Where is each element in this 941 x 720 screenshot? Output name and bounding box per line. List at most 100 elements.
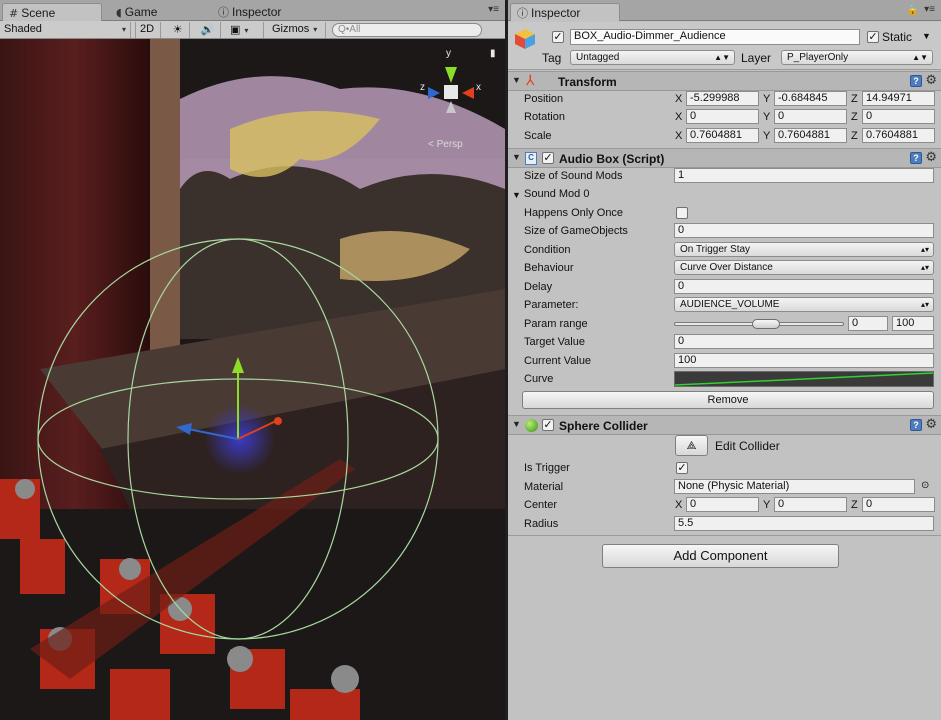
center-y-field[interactable]: 0 bbox=[774, 497, 847, 512]
scale-x-field[interactable]: 0.7604881 bbox=[686, 128, 759, 143]
edit-collider-icon: ⟁ bbox=[686, 439, 697, 452]
gizmos-dropdown[interactable]: Gizmos ▾ bbox=[268, 22, 326, 38]
behaviour-dropdown[interactable]: Curve Over Distance ▴▾ bbox=[674, 260, 934, 275]
remove-button[interactable]: Remove bbox=[522, 391, 934, 409]
tab-inspector[interactable]: ⓘ Inspector bbox=[212, 3, 287, 21]
add-component-label: Add Component bbox=[673, 548, 768, 563]
foldout-icon[interactable]: ▼ bbox=[512, 419, 521, 429]
size-of-sound-mods-label: Size of Sound Mods bbox=[524, 170, 623, 182]
condition-value: On Trigger Stay bbox=[680, 244, 751, 255]
gear-icon[interactable]: ⚙ bbox=[925, 73, 937, 88]
scale-y-field[interactable]: 0.7604881 bbox=[774, 128, 847, 143]
size-of-gameobjects-field[interactable]: 0 bbox=[674, 223, 934, 238]
tab-scene[interactable]: # Scene bbox=[2, 3, 102, 21]
shading-mode-label: Shaded bbox=[4, 23, 42, 35]
position-x-field[interactable]: -5.299988 bbox=[686, 91, 759, 106]
sphere-collider-icon bbox=[525, 419, 538, 432]
edit-collider-button[interactable]: ⟁ bbox=[675, 435, 708, 456]
gizmo-x-label: x bbox=[476, 82, 481, 93]
behaviour-value: Curve Over Distance bbox=[680, 262, 773, 273]
script-icon: C bbox=[525, 152, 537, 165]
2d-toggle-button[interactable]: 2D bbox=[135, 22, 161, 38]
panel-menu-icon[interactable]: ▾≡ bbox=[488, 4, 499, 15]
edit-collider-label: Edit Collider bbox=[715, 439, 780, 453]
object-header: ✓ BOX_Audio-Dimmer_Audience ✓ Static ▼ T… bbox=[508, 22, 941, 70]
tab-inspector-main[interactable]: ⓘ Inspector bbox=[510, 3, 620, 21]
audio-box-enabled-checkbox[interactable]: ✓ bbox=[542, 152, 554, 164]
param-range-slider[interactable] bbox=[674, 316, 844, 332]
center-z-field[interactable]: 0 bbox=[862, 497, 935, 512]
curve-field[interactable] bbox=[674, 371, 934, 387]
current-value-field[interactable]: 100 bbox=[674, 353, 934, 368]
object-name-field[interactable]: BOX_Audio-Dimmer_Audience bbox=[570, 29, 860, 45]
image-icon[interactable]: ▣ ▾ bbox=[226, 22, 264, 38]
scene-icon: # bbox=[9, 7, 19, 20]
add-component-button[interactable]: Add Component bbox=[602, 544, 839, 568]
chevron-down-icon: ▴▾ bbox=[920, 245, 929, 254]
search-input[interactable]: Q•All bbox=[332, 23, 482, 37]
center-x-field[interactable]: 0 bbox=[686, 497, 759, 512]
speaker-icon[interactable]: 🔊 bbox=[195, 22, 221, 38]
curve-label: Curve bbox=[524, 373, 554, 385]
is-trigger-checkbox[interactable]: ✓ bbox=[676, 462, 688, 474]
gear-icon[interactable]: ⚙ bbox=[925, 150, 937, 165]
x-axis-arrow-icon[interactable] bbox=[274, 417, 282, 425]
persp-label[interactable]: < Persp bbox=[428, 139, 463, 150]
position-label: Position bbox=[524, 93, 564, 105]
chevron-down-icon: ▴▾ bbox=[920, 263, 929, 272]
lock-icon[interactable]: 🔒 bbox=[907, 5, 919, 16]
behaviour-label: Behaviour bbox=[524, 262, 574, 274]
foldout-icon[interactable]: ▼ bbox=[512, 75, 521, 85]
sphere-collider-enabled-checkbox[interactable]: ✓ bbox=[542, 419, 554, 431]
position-z-field[interactable]: 14.94971 bbox=[862, 91, 935, 106]
target-value-field[interactable]: 0 bbox=[674, 334, 934, 349]
foldout-icon[interactable]: ▼ bbox=[512, 188, 521, 202]
help-icon[interactable]: ? bbox=[910, 419, 922, 431]
static-dropdown-icon[interactable]: ▼ bbox=[922, 29, 931, 43]
gear-icon[interactable]: ⚙ bbox=[925, 417, 937, 432]
tag-dropdown[interactable]: Untagged ▲▼ bbox=[570, 50, 735, 65]
sphere-collider-header[interactable]: ▼ ✓ Sphere Collider ? ⚙ bbox=[508, 415, 941, 435]
stage-column bbox=[150, 39, 180, 369]
object-picker-icon[interactable]: ⊙ bbox=[921, 479, 929, 493]
radius-field[interactable]: 5.5 bbox=[674, 516, 934, 531]
transform-icon: ⅄ bbox=[526, 73, 535, 89]
layer-dropdown[interactable]: P_PlayerOnly ▲▼ bbox=[781, 50, 933, 65]
scale-z-field[interactable]: 0.7604881 bbox=[862, 128, 935, 143]
help-icon[interactable]: ? bbox=[910, 152, 922, 164]
rotation-z-field[interactable]: 0 bbox=[862, 109, 935, 124]
param-range-max-field[interactable]: 100 bbox=[892, 316, 934, 331]
material-field[interactable]: None (Physic Material) bbox=[674, 479, 915, 494]
rotation-y-field[interactable]: 0 bbox=[774, 109, 847, 124]
help-icon[interactable]: ? bbox=[910, 75, 922, 87]
size-of-sound-mods-field[interactable]: 1 bbox=[674, 168, 934, 183]
x-axis-label: X bbox=[675, 499, 683, 511]
parameter-label: Parameter: bbox=[524, 299, 579, 311]
tab-game[interactable]: ◖ Game bbox=[110, 3, 163, 21]
condition-dropdown[interactable]: On Trigger Stay ▴▾ bbox=[674, 242, 934, 257]
param-range-min-field[interactable]: 0 bbox=[848, 316, 888, 331]
audio-box-header[interactable]: ▼ C ✓ Audio Box (Script) ? ⚙ bbox=[508, 148, 941, 168]
scene-viewport[interactable]: y z x ▮ < Persp bbox=[0, 39, 505, 720]
happens-only-once-checkbox[interactable] bbox=[676, 207, 688, 219]
panel-menu-icon[interactable]: ▾≡ bbox=[924, 4, 935, 15]
y-axis-label: Y bbox=[763, 130, 771, 142]
transform-header[interactable]: ▼ ⅄ Transform ? ⚙ bbox=[508, 71, 941, 91]
shading-mode-dropdown[interactable]: Shaded ▾ bbox=[0, 22, 131, 38]
rotation-x-field[interactable]: 0 bbox=[686, 109, 759, 124]
parameter-dropdown[interactable]: AUDIENCE_VOLUME ▴▾ bbox=[674, 297, 934, 312]
lock-icon[interactable]: ▮ bbox=[490, 47, 496, 61]
is-trigger-label: Is Trigger bbox=[524, 462, 570, 474]
sound-mod-label[interactable]: Sound Mod 0 bbox=[524, 187, 589, 201]
sun-icon[interactable]: ☀ bbox=[166, 22, 190, 38]
slider-thumb[interactable] bbox=[752, 319, 780, 329]
active-checkbox[interactable]: ✓ bbox=[552, 31, 564, 43]
tab-scene-label: Scene bbox=[21, 6, 56, 20]
foldout-icon[interactable]: ▼ bbox=[512, 152, 521, 162]
position-y-field[interactable]: -0.684845 bbox=[774, 91, 847, 106]
y-axis-label: Y bbox=[763, 111, 771, 123]
current-value-label: Current Value bbox=[524, 355, 592, 367]
delay-field[interactable]: 0 bbox=[674, 279, 934, 294]
layer-value: P_PlayerOnly bbox=[787, 52, 849, 63]
static-checkbox[interactable]: ✓ bbox=[867, 31, 879, 43]
